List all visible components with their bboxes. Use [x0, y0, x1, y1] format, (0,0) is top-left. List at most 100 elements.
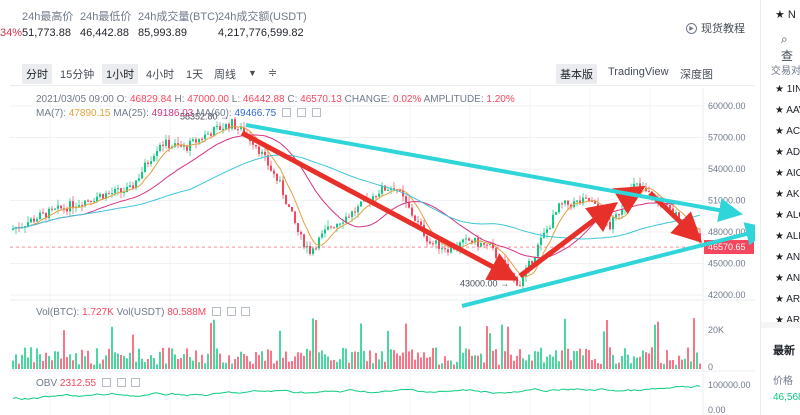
candle-body: [540, 237, 542, 245]
volume-bar: [258, 355, 260, 369]
visibility-icon[interactable]: [101, 377, 111, 387]
pair-list-item[interactable]: ★ ALG: [775, 210, 800, 221]
pair-list-item[interactable]: ★ AAV: [775, 105, 800, 116]
volume-bar: [582, 355, 584, 369]
volume-bar: [621, 356, 623, 369]
volume-bar: [651, 347, 653, 369]
candle-body: [168, 139, 170, 149]
low-stat: 24h最低价 46,442.88: [80, 8, 131, 39]
tab-depth[interactable]: 深度图: [676, 64, 717, 84]
volume-bar: [552, 356, 554, 369]
pair-list-item[interactable]: ★ ACN: [775, 126, 800, 137]
candle-body: [150, 161, 152, 165]
volume-bar: [636, 357, 638, 369]
pair-column-header[interactable]: 交易对: [771, 62, 800, 77]
tab-1hour[interactable]: 1小时: [102, 64, 139, 84]
candle-body: [156, 150, 158, 156]
low-value: 46442.88: [242, 94, 285, 105]
pair-list-item[interactable]: ★ ANT: [775, 273, 800, 284]
volume-bar: [174, 354, 176, 369]
volume-bar: [420, 357, 422, 369]
pair-list-item[interactable]: ★ 1IN: [775, 84, 800, 95]
pair-list-item[interactable]: ★ ARI: [775, 294, 800, 305]
volume-bar: [411, 349, 413, 369]
volume-bar: [330, 360, 332, 369]
favorites-tab[interactable]: ★ N: [775, 8, 796, 21]
tab-1day[interactable]: 1天: [182, 64, 207, 84]
chart-toolbar: 分时 15分钟 1小时 4小时 1天 周线 ▼ ≑ 基本版 TradingVie…: [10, 58, 755, 86]
volume-bar: [666, 350, 668, 369]
volume-bar: [567, 348, 569, 369]
search-icon[interactable]: ⌕ 查: [781, 32, 800, 64]
indicator-icon[interactable]: ≑: [264, 64, 281, 81]
high-value: 47000.00: [187, 94, 229, 105]
settings-icon[interactable]: [296, 107, 306, 117]
volume-bar: [585, 348, 587, 369]
candle-body: [510, 271, 512, 274]
spot-guide-label: 现货教程: [701, 23, 745, 35]
candle-body: [438, 240, 440, 249]
candle-body: [564, 200, 566, 204]
ma7-value: 47890.15: [68, 108, 111, 119]
tab-4hour[interactable]: 4小时: [142, 64, 178, 84]
volume-bar: [213, 319, 215, 369]
pair-list-item[interactable]: ★ AIO: [775, 168, 800, 179]
tab-basic[interactable]: 基本版: [556, 64, 597, 84]
candle-body: [420, 221, 422, 225]
volume-bar: [132, 334, 134, 369]
price-tick-label: 51000.00: [708, 196, 746, 206]
volume-info: Vol(BTC): 1.727K Vol(USDT) 80.588M: [36, 306, 251, 318]
pair-list-item[interactable]: ★ ADA: [775, 147, 800, 158]
pair-list-item[interactable]: ★ ANI: [775, 252, 800, 263]
tab-time[interactable]: 分时: [22, 64, 52, 84]
visibility-icon[interactable]: [211, 306, 221, 316]
volume-bar: [36, 348, 38, 369]
candle-body: [201, 138, 203, 140]
candle-body: [264, 151, 266, 156]
tab-week[interactable]: 周线: [210, 64, 240, 84]
candle-body: [351, 211, 353, 218]
candle-body: [360, 201, 362, 207]
volume-bar: [384, 361, 386, 369]
volume-value: 85,993.89: [138, 27, 187, 39]
pair-list-item[interactable]: ★ ALP: [775, 231, 800, 242]
candle-body: [270, 165, 272, 171]
volume-bar: [288, 361, 290, 369]
settings-icon[interactable]: [226, 306, 236, 316]
volume-bar: [357, 351, 359, 369]
volume-bar: [306, 348, 308, 369]
candle-body: [387, 189, 389, 191]
visibility-icon[interactable]: [281, 107, 291, 117]
volume-bar: [333, 360, 335, 369]
volume-bar: [399, 355, 401, 369]
volume-bar: [342, 347, 344, 369]
settings-icon[interactable]: [116, 377, 126, 387]
dropdown-caret-icon[interactable]: ▼: [244, 66, 261, 80]
volume-bar: [42, 360, 44, 369]
kline-chart[interactable]: 60000.00 57000.00 54000.00 51000.00 48000.00…: [10, 88, 770, 415]
low-annotation: 43000.00 →: [460, 279, 509, 289]
close-icon[interactable]: [131, 377, 141, 387]
pair-list-item[interactable]: ★ AKF: [775, 189, 800, 200]
spot-guide-link[interactable]: ▶ 现货教程: [686, 20, 745, 36]
candle-body: [102, 193, 104, 199]
candle-body: [99, 193, 101, 197]
candle-body: [339, 223, 341, 225]
chart-canvas[interactable]: 60000.0057000.0054000.0051000.0048000.00…: [10, 88, 770, 415]
volume-bar: [435, 347, 437, 369]
candle-body: [597, 203, 599, 211]
close-icon[interactable]: [311, 107, 321, 117]
volume-bar: [597, 363, 599, 369]
tab-15min[interactable]: 15分钟: [56, 64, 98, 84]
tab-tradingview[interactable]: TradingView: [604, 64, 673, 80]
candle-body: [552, 214, 554, 229]
volume-bar: [246, 356, 248, 369]
volume-bar: [678, 355, 680, 369]
volume-bar: [198, 362, 200, 369]
volume-bar: [54, 351, 56, 369]
candle-body: [669, 205, 671, 209]
volume-bar: [591, 360, 593, 369]
candle-body: [165, 139, 167, 146]
candle-body: [57, 205, 59, 209]
close-icon[interactable]: [241, 306, 251, 316]
